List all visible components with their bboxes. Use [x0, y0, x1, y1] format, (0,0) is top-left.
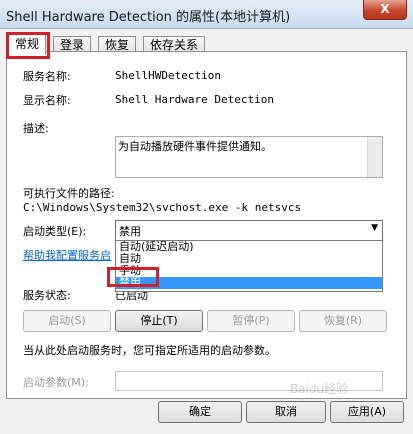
- start-hint-text: 当从此处启动服务时，您可指定所适用的启动参数。: [23, 344, 276, 357]
- option-auto[interactable]: 自动: [116, 253, 382, 265]
- service-status-label: 服务状态:: [23, 289, 71, 302]
- window-title: Shell Hardware Detection 的属性(本地计算机): [6, 10, 291, 25]
- help-configure-link[interactable]: 帮助我配置服务启: [23, 247, 111, 263]
- title-bar: Shell Hardware Detection 的属性(本地计算机) X: [0, 0, 413, 29]
- general-panel: 服务名称: ShellHWDetection 显示名称: Shell Hardw…: [6, 51, 407, 399]
- startup-type-dropdown: 自动(延迟启动) 自动 手动 禁用: [107, 240, 383, 292]
- description-label: 描述:: [23, 122, 49, 135]
- service-name-label: 服务名称:: [23, 70, 71, 83]
- resume-button[interactable]: 恢复(R): [299, 310, 387, 332]
- cancel-button[interactable]: 取消: [246, 401, 326, 423]
- option-auto-delayed[interactable]: 自动(延迟启动): [116, 241, 382, 253]
- description-text: 为自动播放硬件事件提供通知。: [118, 140, 272, 153]
- ok-button[interactable]: 确定: [158, 401, 242, 423]
- tab-highlight-box: [6, 32, 50, 59]
- pause-button[interactable]: 暂停(P): [207, 310, 295, 332]
- startup-type-label: 启动类型(E):: [23, 225, 87, 238]
- dialog-body: 常规 登录 恢复 依存关系 服务名称: ShellHWDetection 显示名…: [6, 29, 407, 434]
- watermark: Baidu经验: [290, 382, 349, 396]
- option-highlight-box: [107, 267, 159, 287]
- close-button[interactable]: X: [363, 0, 407, 20]
- startup-type-select[interactable]: 禁用 ▼: [115, 220, 383, 241]
- startup-type-value: 禁用: [119, 225, 141, 238]
- stop-button[interactable]: 停止(T): [115, 310, 203, 332]
- apply-button[interactable]: 应用(A): [330, 401, 404, 423]
- description-scrollbar[interactable]: [367, 137, 382, 177]
- exe-path-label: 可执行文件的路径:: [23, 187, 115, 200]
- display-name-label: 显示名称:: [23, 94, 71, 107]
- description-box[interactable]: 为自动播放硬件事件提供通知。: [115, 136, 383, 178]
- exe-path-value: C:\Windows\System32\svchost.exe -k netsv…: [23, 201, 302, 214]
- start-button[interactable]: 启动(S): [23, 310, 111, 332]
- close-icon: X: [380, 2, 390, 16]
- service-name-value: ShellHWDetection: [115, 69, 221, 82]
- chevron-down-icon[interactable]: ▼: [371, 223, 378, 233]
- display-name-value: Shell Hardware Detection: [115, 93, 274, 106]
- start-params-label: 启动参数(M):: [23, 376, 89, 389]
